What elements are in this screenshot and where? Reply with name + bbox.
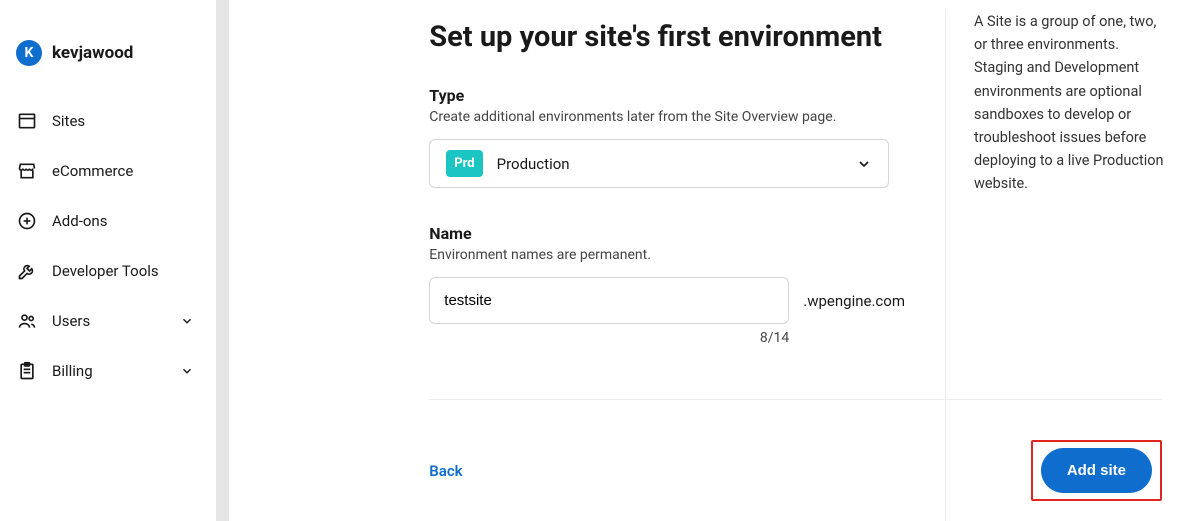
sidebar-header: K kevjawood	[0, 40, 216, 96]
env-badge: Prd	[446, 150, 482, 177]
domain-suffix: .wpengine.com	[803, 292, 905, 310]
wrench-icon	[16, 260, 38, 282]
environment-type-select[interactable]: Prd Production	[429, 139, 889, 188]
sidebar-item-label: Add-ons	[52, 212, 107, 230]
main-content: Set up your site's first environment Typ…	[229, 0, 1200, 521]
browser-window-icon	[16, 110, 38, 132]
users-icon	[16, 310, 38, 332]
type-hint: Create additional environments later fro…	[429, 109, 905, 125]
info-text: A Site is a group of one, two, or three …	[974, 10, 1170, 196]
sidebar-item-billing[interactable]: Billing	[0, 346, 216, 396]
sidebar-item-label: Sites	[52, 112, 85, 130]
account-logo: K	[16, 40, 42, 66]
plus-circle-icon	[16, 210, 38, 232]
chevron-down-icon	[180, 314, 194, 328]
add-site-highlight: Add site	[1031, 440, 1162, 501]
back-button[interactable]: Back	[429, 462, 462, 480]
environment-name-input[interactable]	[429, 277, 789, 324]
type-field: Type Create additional environments late…	[429, 86, 905, 188]
clipboard-icon	[16, 360, 38, 382]
type-label: Type	[429, 86, 905, 105]
name-field: Name Environment names are permanent. .w…	[429, 224, 905, 346]
divider-strip	[216, 0, 230, 521]
sidebar: K kevjawood Sites eCommerce Add-ons	[0, 0, 216, 521]
logo-letter: K	[25, 45, 34, 61]
sidebar-item-label: eCommerce	[52, 162, 133, 180]
name-hint: Environment names are permanent.	[429, 247, 905, 263]
sidebar-item-label: Users	[52, 312, 90, 330]
sidebar-item-label: Billing	[52, 362, 93, 380]
name-label: Name	[429, 224, 905, 243]
chevron-down-icon	[856, 156, 872, 172]
sidebar-item-sites[interactable]: Sites	[0, 96, 216, 146]
store-icon	[16, 160, 38, 182]
sidebar-item-users[interactable]: Users	[0, 296, 216, 346]
char-count: 8/14	[429, 330, 789, 346]
sidebar-item-addons[interactable]: Add-ons	[0, 196, 216, 246]
select-value: Production	[497, 155, 570, 173]
sidebar-item-label: Developer Tools	[52, 262, 159, 280]
add-site-button[interactable]: Add site	[1041, 448, 1152, 493]
chevron-down-icon	[180, 364, 194, 378]
sidebar-item-ecommerce[interactable]: eCommerce	[0, 146, 216, 196]
sidebar-item-developer-tools[interactable]: Developer Tools	[0, 246, 216, 296]
account-username: kevjawood	[52, 43, 133, 63]
page-title: Set up your site's first environment	[429, 20, 905, 54]
footer: Back Add site	[429, 399, 1162, 501]
